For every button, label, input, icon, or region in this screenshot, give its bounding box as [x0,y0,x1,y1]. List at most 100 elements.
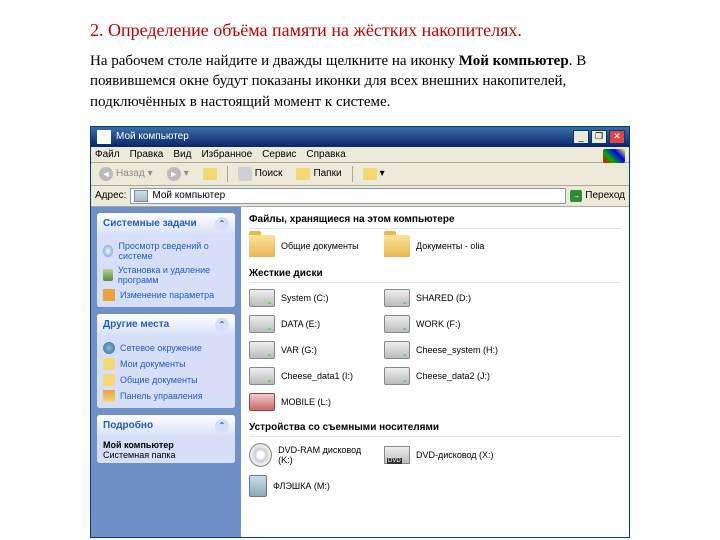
item-label: Общие документы [281,241,359,251]
doc-icon [103,358,115,370]
window-title: Мой компьютер [116,131,189,142]
item-label: Документы - olia [416,241,484,251]
panel-header[interactable]: Другие места⌃ [97,314,235,336]
file-item[interactable]: Cheese_data2 (J:) [384,365,509,387]
shared-icon [103,374,115,386]
address-bar: Адрес: Мой компьютер →Переход [91,186,629,207]
titlebar[interactable]: Мой компьютер _ ❐ ✕ [91,127,629,147]
file-item[interactable]: Cheese_data1 (I:) [249,365,374,387]
chevron-icon: ⌃ [215,419,229,433]
panel-header[interactable]: Системные задачи⌃ [97,213,235,235]
detail-title: Мой компьютер [103,440,229,450]
section-title: Жесткие диски [249,265,621,283]
edit-icon [103,289,115,301]
window-controls: _ ❐ ✕ [573,130,625,144]
task-link[interactable]: Изменение параметра [103,287,229,303]
item-label: WORK (F:) [416,319,461,329]
menu-file[interactable]: Файл [95,149,120,160]
net-icon [103,342,115,354]
file-item[interactable]: DVD-RAM дисковод (K:) [249,441,374,469]
section-title: Файлы, хранящиеся на этом компьютере [249,211,621,229]
back-label: Назад [116,168,145,179]
item-label: MOBILE (L:) [281,397,331,407]
content-section: Жесткие диски System (C:) SHARED (D:) DATA … [249,265,621,413]
file-item[interactable]: DATA (E:) [249,313,374,335]
task-link[interactable]: Панель управления [103,388,229,404]
task-link[interactable]: Установка и удаление программ [103,263,229,287]
folders-button[interactable]: Папки [292,166,345,182]
menu-tools[interactable]: Сервис [262,149,296,160]
go-arrow-icon: → [570,190,582,202]
usb-icon [249,393,275,411]
menu-help[interactable]: Справка [306,149,345,160]
task-link[interactable]: Сетевое окружение [103,340,229,356]
forward-button[interactable]: ► ▾ [163,165,193,183]
address-field[interactable]: Мой компьютер [130,188,566,204]
drive-icon [384,289,410,307]
item-label: ФЛЭШКА (M:) [273,481,330,491]
maximize-button[interactable]: ❐ [591,130,607,144]
panel-icon [103,390,115,402]
menu-edit[interactable]: Правка [130,149,164,160]
item-label: Cheese_data2 (J:) [416,371,490,381]
go-button[interactable]: →Переход [570,190,625,202]
file-item[interactable]: MOBILE (L:) [249,391,374,413]
computer-icon [134,190,148,202]
file-item[interactable]: ФЛЭШКА (M:) [249,473,374,499]
main-pane: Файлы, хранящиеся на этом компьютере Общи… [241,207,629,537]
item-label: SHARED (D:) [416,293,471,303]
up-button[interactable] [199,166,221,182]
flash-icon [249,475,267,497]
panel-title: Системные задачи [103,218,197,229]
menu-favorites[interactable]: Избранное [201,149,252,160]
task-label: Установка и удаление программ [118,265,229,285]
file-item[interactable]: SHARED (D:) [384,287,509,309]
page-description: На рабочем столе найдите и дважды щелкни… [90,51,630,112]
file-item[interactable]: VAR (G:) [249,339,374,361]
search-button[interactable]: Поиск [234,165,287,183]
folder-icon [384,235,410,257]
menu-view[interactable]: Вид [173,149,191,160]
file-item[interactable]: System (C:) [249,287,374,309]
task-label: Общие документы [120,375,198,385]
task-link[interactable]: Просмотр сведений о системе [103,239,229,263]
toolbar: ◄Назад ▾ ► ▾ Поиск Папки ▾ [91,163,629,186]
desc-bold: Мой компьютер [459,53,569,69]
item-label: Cheese_data1 (I:) [281,371,353,381]
drive-icon [384,367,410,385]
my-computer-icon [97,130,111,144]
back-arrow-icon: ◄ [99,167,113,181]
sidebar-panel: Системные задачи⌃Просмотр сведений о сис… [97,213,235,307]
window-body: Системные задачи⌃Просмотр сведений о сис… [91,207,629,537]
views-button[interactable]: ▾ [359,166,389,182]
search-label: Поиск [255,168,283,179]
panel-header[interactable]: Подробно⌃ [97,415,235,437]
separator [352,166,353,182]
file-item[interactable]: DVD-дисковод (X:) [384,441,509,469]
file-item[interactable]: Cheese_system (H:) [384,339,509,361]
minimize-button[interactable]: _ [573,130,589,144]
back-button[interactable]: ◄Назад ▾ [95,165,157,183]
task-link[interactable]: Общие документы [103,372,229,388]
panel-body: Просмотр сведений о системеУстановка и у… [97,235,235,307]
address-value: Мой компьютер [152,190,225,201]
task-link[interactable]: Мои документы [103,356,229,372]
drive-icon [249,315,275,333]
folders-icon [296,168,310,180]
up-folder-icon [203,168,217,180]
file-item[interactable]: Документы - olia [384,233,509,259]
folders-label: Папки [313,168,341,179]
detail-sub: Системная папка [103,450,229,460]
file-item[interactable]: Общие документы [249,233,374,259]
task-label: Изменение параметра [120,290,214,300]
close-button[interactable]: ✕ [609,130,625,144]
panel-details: Мой компьютерСистемная папка [97,437,235,463]
item-label: Cheese_system (H:) [416,345,498,355]
drive-icon [249,367,275,385]
items-grid: Общие документы Документы - olia [249,233,621,259]
panel-title: Другие места [103,319,169,330]
task-label: Сетевое окружение [120,343,202,353]
go-label: Переход [585,190,625,201]
task-label: Панель управления [120,391,203,401]
file-item[interactable]: WORK (F:) [384,313,509,335]
